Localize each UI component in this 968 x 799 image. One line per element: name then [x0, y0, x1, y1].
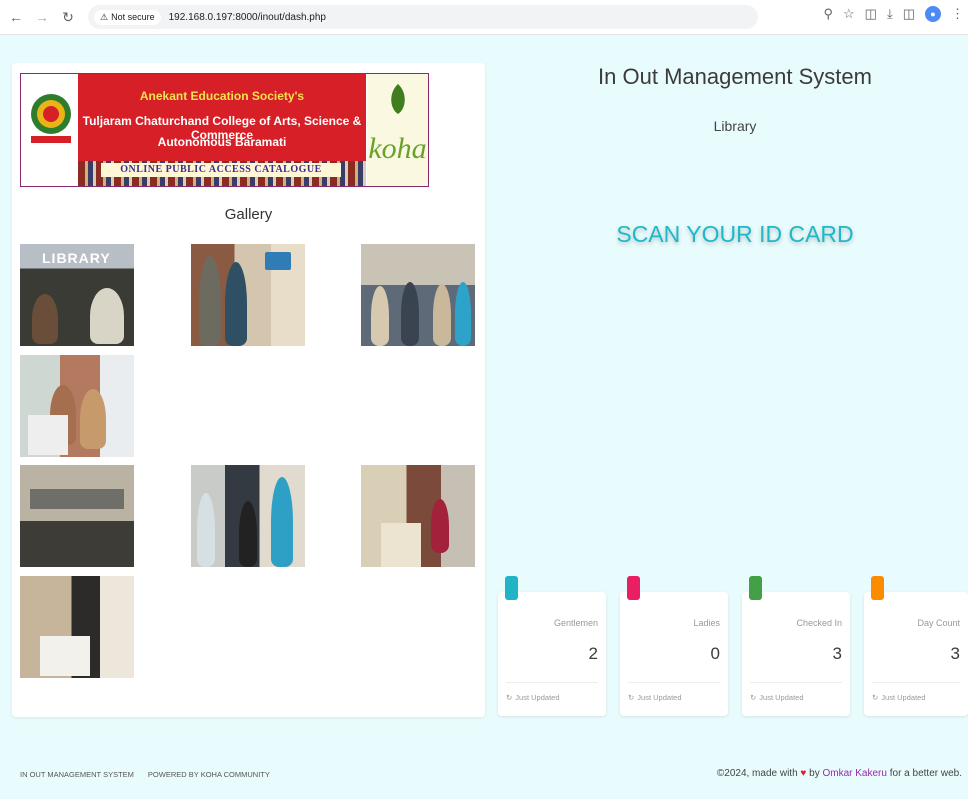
stat-footer: ↻ Just Updated	[872, 693, 926, 702]
stat-label: Ladies	[693, 618, 720, 628]
security-label: Not secure	[111, 12, 155, 22]
refresh-icon: ↻	[628, 693, 635, 702]
menu-icon[interactable]: ⋮	[951, 6, 964, 22]
society-name: Anekant Education Society's	[139, 89, 305, 103]
college-location: Autonomous Baramati	[157, 135, 287, 149]
stat-footer: ↻ Just Updated	[506, 693, 560, 702]
gallery-photo[interactable]: LIBRARY	[20, 244, 134, 346]
footer-credit: ©2024, made with ♥ by Omkar Kakeru for a…	[717, 768, 962, 779]
forward-icon[interactable]: →	[32, 7, 52, 27]
gallery-photo[interactable]	[20, 576, 134, 678]
photo-sign-text: LIBRARY	[42, 250, 111, 266]
updated-text: Just Updated	[515, 693, 560, 702]
stat-card-checked-in: Checked In 3 ↻ Just Updated	[742, 576, 850, 716]
divider	[506, 682, 598, 683]
stat-value: 3	[832, 644, 842, 663]
address-bar[interactable]: ⚠ Not secure 192.168.0.197:8000/inout/da…	[88, 5, 758, 29]
footer-link-system[interactable]: IN OUT MANAGEMENT SYSTEM	[20, 770, 134, 779]
stat-value: 0	[710, 644, 720, 663]
scan-prompt: SCAN YOUR ID CARD	[616, 221, 854, 247]
stat-card-day-count: Day Count 3 ↻ Just Updated	[864, 576, 968, 716]
download-icon[interactable]: ⤓	[887, 6, 893, 22]
page-subtitle: Library	[713, 118, 757, 134]
gallery-photo[interactable]	[191, 465, 305, 567]
footer-link-koha[interactable]: POWERED BY KOHA COMMUNITY	[148, 770, 270, 779]
opac-label: ONLINE PUBLIC ACCESS CATALOGUE	[101, 163, 341, 177]
koha-wordmark: koha	[368, 132, 427, 165]
stat-card-gentlemen: Gentlemen 2 ↻ Just Updated	[498, 576, 606, 716]
stat-footer: ↻ Just Updated	[750, 693, 804, 702]
koha-leaf-icon	[391, 84, 405, 114]
refresh-icon: ↻	[872, 693, 879, 702]
stat-icon-tab	[627, 576, 640, 600]
college-seal-icon	[31, 94, 71, 143]
stat-label: Checked In	[796, 618, 842, 628]
footer-links: IN OUT MANAGEMENT SYSTEM POWERED BY KOHA…	[20, 770, 270, 779]
bookmark-star-icon[interactable]: ☆	[843, 6, 855, 22]
gallery-photo[interactable]	[361, 244, 475, 346]
gallery-card: Anekant Education Society's Tuljaram Cha…	[12, 63, 485, 717]
updated-text: Just Updated	[637, 693, 682, 702]
page-title: In Out Management System	[598, 64, 872, 89]
side-panel-icon[interactable]: ◫	[903, 6, 915, 22]
college-banner: Anekant Education Society's Tuljaram Cha…	[20, 73, 429, 187]
gallery-photo[interactable]	[20, 355, 134, 457]
stat-card-ladies: Ladies 0 ↻ Just Updated	[620, 576, 728, 716]
stat-icon-tab	[871, 576, 884, 600]
gallery-title: Gallery	[224, 206, 273, 223]
reload-icon[interactable]: ↻	[58, 7, 78, 27]
refresh-icon: ↻	[750, 693, 757, 702]
stat-label: Gentlemen	[553, 618, 598, 628]
divider	[750, 682, 842, 683]
refresh-icon: ↻	[506, 693, 513, 702]
warning-icon: ⚠	[100, 11, 109, 22]
back-icon[interactable]: ←	[6, 7, 26, 27]
gallery-photo[interactable]	[191, 244, 305, 346]
stat-label: Day Count	[917, 618, 960, 628]
toolbar-actions: ⚲ ☆ ◫ ⤓ ◫ ● ⋮	[823, 6, 964, 22]
updated-text: Just Updated	[881, 693, 926, 702]
updated-text: Just Updated	[759, 693, 804, 702]
extensions-icon[interactable]: ◫	[865, 6, 877, 22]
stat-icon-tab	[505, 576, 518, 600]
gallery-photo[interactable]	[20, 465, 134, 567]
divider	[872, 682, 960, 683]
credit-prefix: ©2024, made with	[716, 768, 798, 779]
url-text[interactable]: 192.168.0.197:8000/inout/dash.php	[169, 12, 326, 23]
browser-toolbar: ← → ↻ ⚠ Not secure 192.168.0.197:8000/in…	[0, 0, 968, 35]
zoom-icon[interactable]: ⚲	[823, 6, 833, 22]
credit-by: by	[809, 768, 820, 779]
stat-value: 3	[950, 644, 960, 663]
koha-logo: koha	[367, 74, 428, 186]
gallery-photo[interactable]	[361, 465, 475, 567]
stat-value: 2	[588, 644, 598, 663]
stat-footer: ↻ Just Updated	[628, 693, 682, 702]
stat-icon-tab	[749, 576, 762, 600]
divider	[628, 682, 720, 683]
heart-icon: ♥	[800, 768, 807, 779]
author-link[interactable]: Omkar Kakeru	[822, 768, 886, 779]
credit-suffix: for a better web.	[889, 768, 962, 779]
security-badge[interactable]: ⚠ Not secure	[94, 9, 161, 25]
profile-avatar[interactable]: ●	[925, 6, 941, 22]
